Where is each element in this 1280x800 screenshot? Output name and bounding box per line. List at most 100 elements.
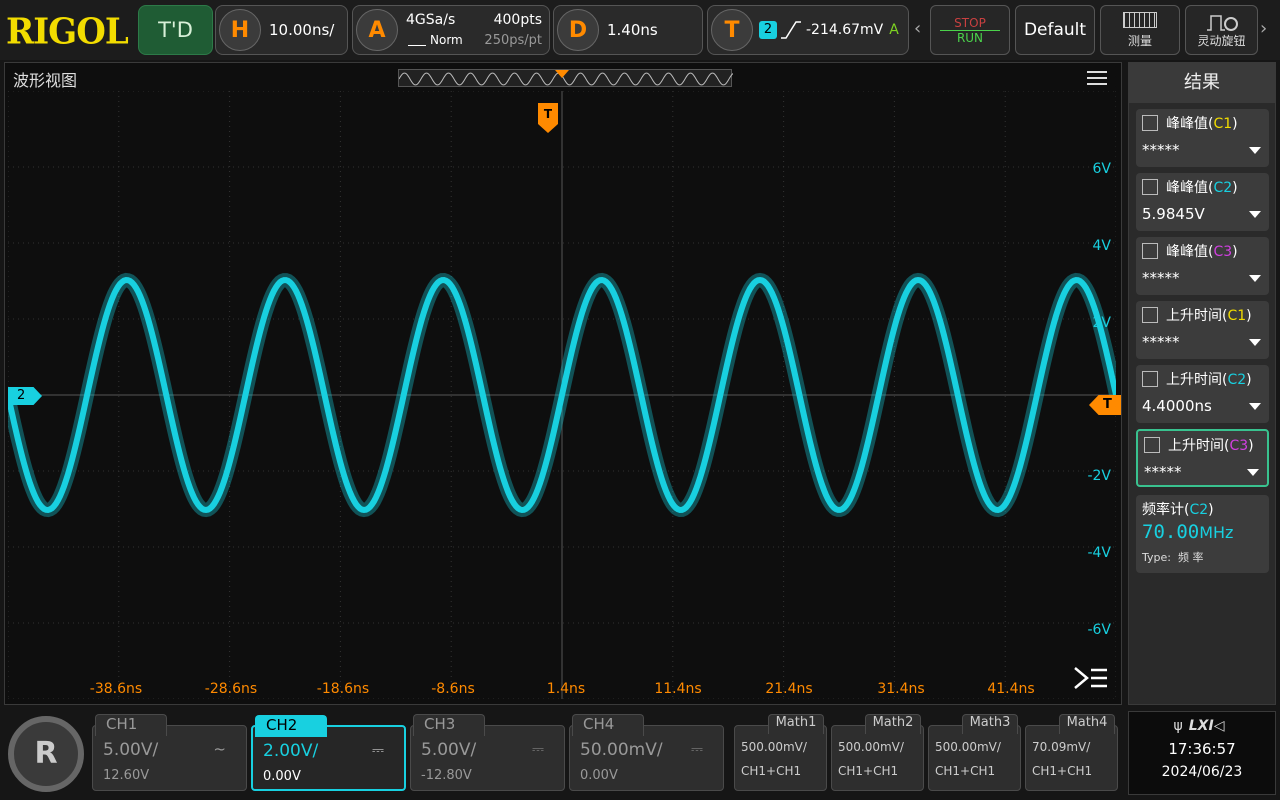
time-axis-label: -8.6ns [431, 681, 475, 697]
measure-type-icon [1142, 307, 1158, 323]
run-stop-button[interactable]: STOP RUN [930, 5, 1010, 55]
waveform-view[interactable]: 波形视图 T 2 T -38.6ns -28.6ns -18.6ns -8.6ns 1.… [4, 62, 1122, 705]
trigger-button[interactable]: T 2 -214.67mV A [707, 5, 909, 55]
channel-tab: CH1 [95, 714, 167, 736]
zoom-icon[interactable] [1073, 665, 1109, 691]
status-clock: ψLXI◁ 17:36:57 2024/06/23 [1128, 711, 1276, 795]
ruler-icon [1123, 11, 1157, 28]
clock-date: 2024/06/23 [1161, 764, 1243, 780]
time-axis-label: 11.4ns [654, 681, 702, 697]
trigger-mode-button[interactable]: T'D [138, 5, 213, 55]
default-button[interactable]: Default [1015, 5, 1095, 55]
delay-value: 1.40ns [607, 21, 658, 39]
math-scale: 70.09mV/ [1032, 740, 1091, 754]
math-1-box[interactable]: Math1 500.00mV/CH1+CH1 [734, 714, 827, 791]
measure-button[interactable]: 测量 [1100, 5, 1180, 55]
measurement-item[interactable]: 上升时间(C3) ***** [1136, 429, 1269, 487]
measure-label: 测量 [1127, 33, 1152, 48]
measurement-channel: C1 [1227, 308, 1247, 324]
measurement-name: 峰峰值 [1166, 180, 1208, 196]
smart-knob-label: 灵动旋钮 [1197, 33, 1246, 48]
channel-scale: 5.00V/ [103, 740, 159, 760]
menu-icon[interactable] [1087, 71, 1107, 85]
dropdown-arrow-icon[interactable] [1249, 275, 1261, 282]
rising-edge-icon [781, 21, 801, 39]
lxi-icon: LXI [1188, 718, 1214, 734]
measurement-name: 峰峰值 [1166, 116, 1208, 132]
measurement-name: 上升时间 [1168, 438, 1224, 454]
measurement-value: ***** [1142, 141, 1180, 159]
measurement-channel: C2 [1227, 372, 1247, 388]
math-scale: 500.00mV/ [838, 740, 904, 754]
dropdown-arrow-icon[interactable] [1249, 403, 1261, 410]
measurement-channel: C3 [1229, 438, 1249, 454]
chevron-right-icon[interactable]: › [1260, 18, 1267, 39]
channel-tab: CH3 [413, 714, 485, 736]
measurement-name: 上升时间 [1166, 372, 1222, 388]
overview-wave [398, 70, 734, 86]
speaker-mute-icon[interactable]: ◁ [1214, 718, 1231, 734]
horizontal-timebase-button[interactable]: H 10.00ns/ [215, 5, 348, 55]
gear-pulse-icon [1206, 14, 1238, 31]
sample-rate: 4GSa/s [406, 12, 456, 28]
voltage-axis-label: -6V [1087, 622, 1111, 638]
home-gear-icon[interactable]: R [8, 716, 84, 792]
channel-scale: 2.00V/ [263, 741, 319, 761]
graticule [8, 91, 1116, 699]
delay-button[interactable]: D 1.40ns [553, 5, 703, 55]
math-expression: CH1+CH1 [1032, 764, 1093, 778]
math-3-box[interactable]: Math3 500.00mV/CH1+CH1 [928, 714, 1021, 791]
counter-value: 70.00 [1142, 521, 1200, 543]
channel-3-box[interactable]: CH3 5.00V/ ⎓ -12.80V [410, 714, 565, 791]
channel-2-box[interactable]: CH2 2.00V/ ⎓ 0.00V [251, 715, 406, 791]
acquisition-button[interactable]: A 4GSa/s 400pts Norm 250ps/pt [352, 5, 550, 55]
channel-offset: 0.00V [580, 768, 618, 783]
measurement-item[interactable]: 峰峰值(C3) ***** [1136, 237, 1269, 295]
dropdown-arrow-icon[interactable] [1249, 147, 1261, 154]
measurement-value: ***** [1142, 333, 1180, 351]
channel-1-box[interactable]: CH1 5.00V/ ~12.60V [92, 714, 247, 791]
measurement-item[interactable]: 峰峰值(C2) 5.9845V [1136, 173, 1269, 231]
chevron-left-icon[interactable]: ‹ [914, 18, 921, 39]
channel-4-box[interactable]: CH4 50.00mV/ ⎓ 0.00V [569, 714, 724, 791]
math-4-box[interactable]: Math4 70.09mV/CH1+CH1 [1025, 714, 1118, 791]
math-expression: CH1+CH1 [838, 764, 899, 778]
frequency-counter[interactable]: 频率计(C2) 70.00MHz Type: 频 率 [1136, 495, 1269, 573]
math-2-box[interactable]: Math2 500.00mV/CH1+CH1 [831, 714, 924, 791]
voltage-axis-label: -4V [1087, 545, 1111, 561]
measurement-name: 上升时间 [1166, 308, 1222, 324]
time-axis-label: 21.4ns [765, 681, 813, 697]
rigol-logo: RIGOL [6, 11, 129, 53]
sample-interval: 250ps/pt [484, 33, 542, 48]
channel-scale: 5.00V/ [421, 740, 477, 760]
math-expression: CH1+CH1 [935, 764, 996, 778]
smart-knob-button[interactable]: 灵动旋钮 [1185, 5, 1258, 55]
measurement-value: 4.4000ns [1142, 397, 1212, 415]
usb-icon: ψ [1173, 718, 1189, 734]
dropdown-arrow-icon[interactable] [1249, 339, 1261, 346]
channel-tab: CH4 [572, 714, 644, 736]
waveform-overview-bar[interactable] [398, 69, 734, 87]
acq-mode: Norm [430, 33, 463, 47]
counter-name: 频率计 [1142, 502, 1184, 518]
measurement-item[interactable]: 上升时间(C2) 4.4000ns [1136, 365, 1269, 423]
overview-trace [398, 72, 734, 86]
measurement-item[interactable]: 上升时间(C1) ***** [1136, 301, 1269, 359]
coupling-icon: ⎓ [532, 740, 544, 758]
top-bar: RIGOL T'D H 10.00ns/ A 4GSa/s 400pts Nor… [0, 0, 1280, 60]
voltage-axis-label: 4V [1092, 238, 1111, 254]
dropdown-arrow-icon[interactable] [1247, 469, 1259, 476]
math-tab: Math4 [1059, 714, 1115, 734]
dropdown-arrow-icon[interactable] [1249, 211, 1261, 218]
trigger-coupling: A [889, 22, 899, 38]
time-axis-label: -28.6ns [204, 681, 258, 697]
measurement-item[interactable]: 峰峰值(C1) ***** [1136, 109, 1269, 167]
math-scale: 500.00mV/ [935, 740, 1001, 754]
counter-channel: C2 [1189, 502, 1209, 518]
coupling-icon: ⎓ [372, 741, 384, 759]
time-axis-label: 41.4ns [987, 681, 1035, 697]
measurement-name: 峰峰值 [1166, 244, 1208, 260]
stop-label: STOP [954, 15, 986, 30]
results-title: 结果 [1129, 63, 1275, 103]
time-axis-label: -38.6ns [89, 681, 143, 697]
